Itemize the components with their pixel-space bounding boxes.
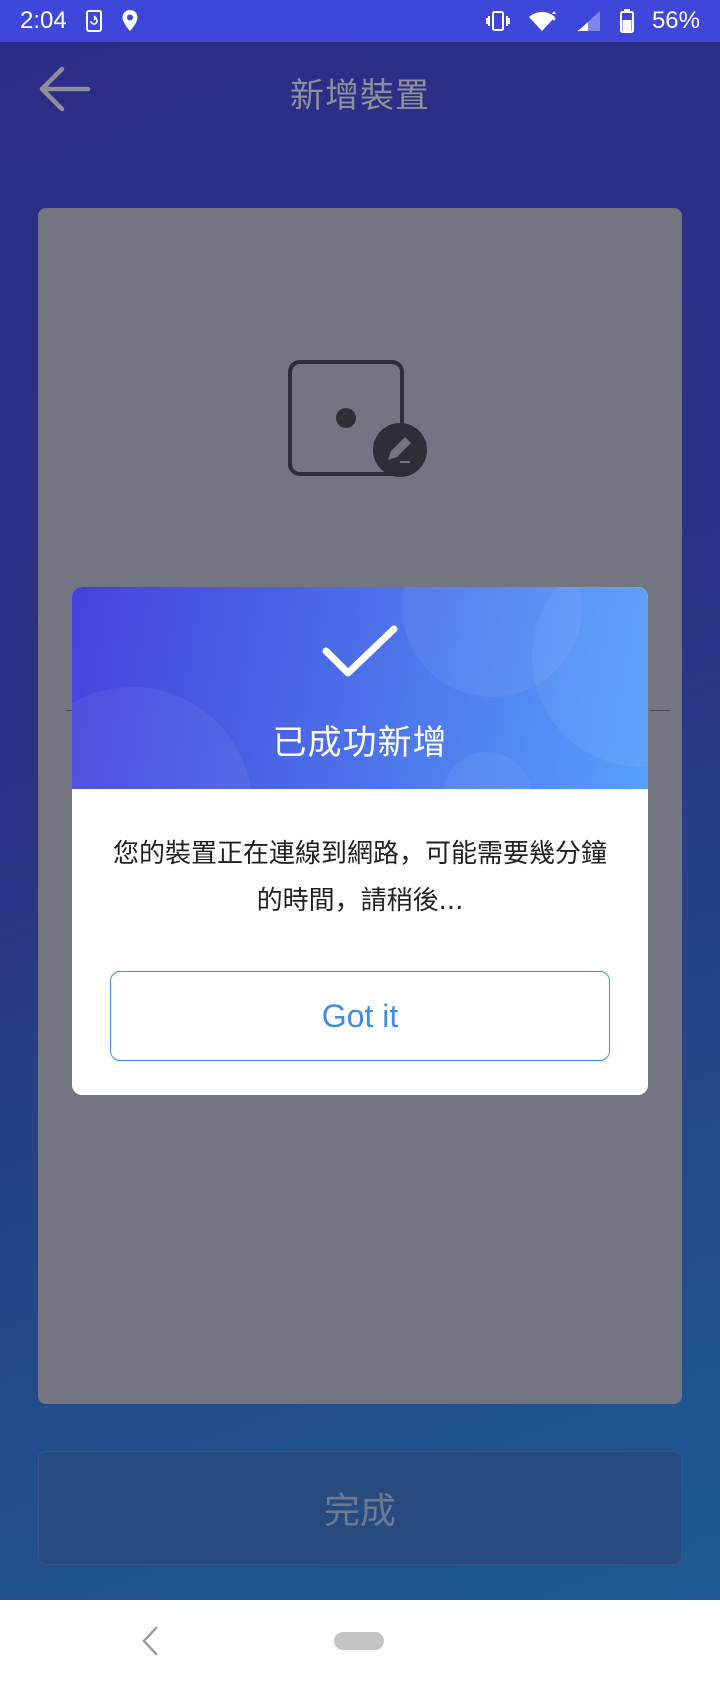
status-time: 2:04 xyxy=(20,7,67,34)
dialog-message: 您的裝置正在連線到網路，可能需要幾分鐘 的時間，請稍後... xyxy=(100,831,620,925)
vibrate-icon xyxy=(485,10,510,32)
dialog-message-line: 的時間，請稍後... xyxy=(256,886,464,916)
sync-icon xyxy=(85,9,103,33)
dialog-body: 您的裝置正在連線到網路，可能需要幾分鐘 的時間，請稍後... Got it xyxy=(72,789,648,1095)
battery-icon xyxy=(619,9,634,33)
success-dialog: 已成功新增 您的裝置正在連線到網路，可能需要幾分鐘 的時間，請稍後... Got… xyxy=(72,587,648,1095)
system-nav-bar xyxy=(0,1600,720,1682)
app-screen: 2:04 56% 新增裝置 完成 已成功新增 您的裝置正在連線到網路，可能需要幾… xyxy=(0,0,720,1600)
battery-percentage: 56% xyxy=(651,7,700,34)
dialog-title: 已成功新增 xyxy=(272,723,448,763)
nav-home-pill[interactable] xyxy=(334,1632,384,1650)
status-bar: 2:04 56% xyxy=(0,0,720,42)
signal-icon xyxy=(576,9,602,33)
dialog-message-line: 您的裝置正在連線到網路，可能需要幾分鐘 xyxy=(112,839,607,869)
chevron-left-icon xyxy=(138,1626,162,1662)
got-it-button[interactable]: Got it xyxy=(110,971,610,1061)
location-icon xyxy=(121,9,139,33)
nav-back-button[interactable] xyxy=(138,1624,162,1658)
dialog-header: 已成功新增 xyxy=(72,587,648,789)
wifi-icon xyxy=(528,9,558,33)
checkmark-icon xyxy=(322,623,398,683)
